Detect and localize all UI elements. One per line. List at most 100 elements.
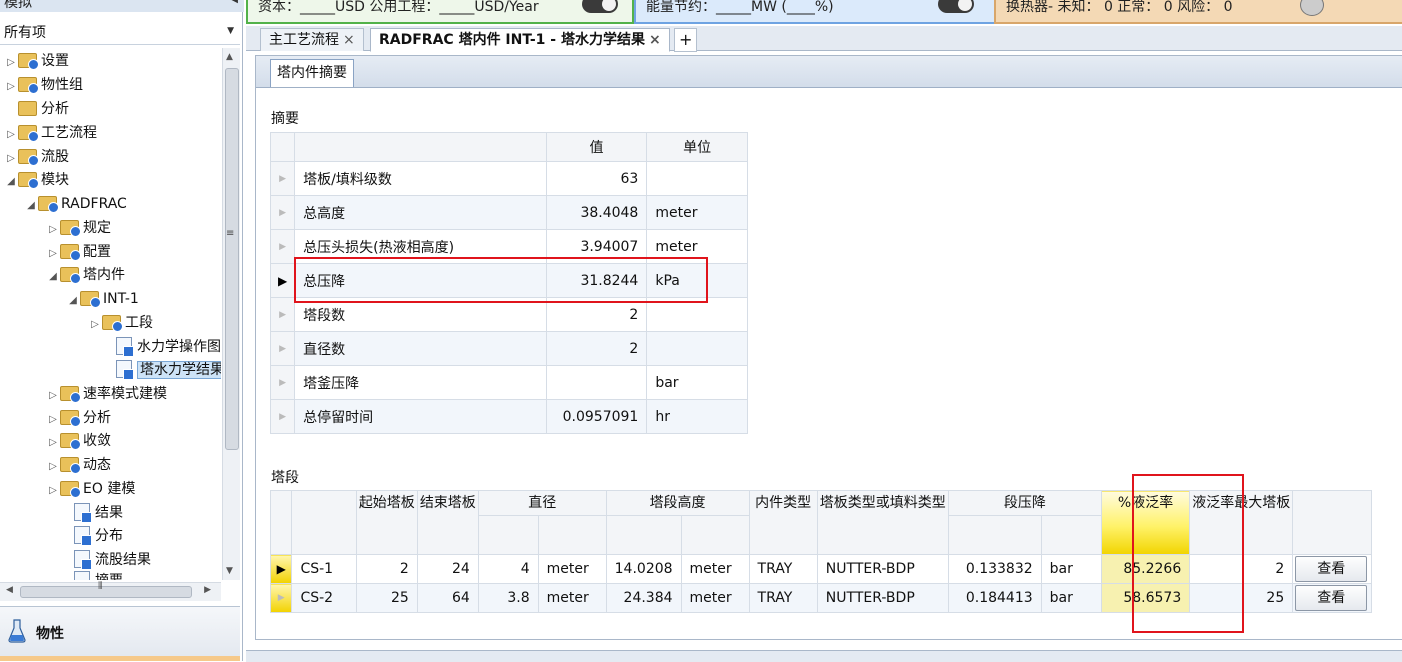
internal-type: TRAY <box>748 554 818 584</box>
tab-main-flowsheet[interactable]: 主工艺流程 × <box>260 28 364 51</box>
document-checked-icon <box>74 503 92 523</box>
collapse-icon[interactable]: ◢ <box>4 171 18 193</box>
nav-filter-dropdown[interactable]: 所有项 ▼ <box>0 18 240 45</box>
table-row-selected[interactable]: ▶ CS-1 2 24 4 meter 14.0208 meter TRAY N… <box>269 554 1372 584</box>
tree-item-analysis[interactable]: 分析 <box>4 98 69 120</box>
table-row[interactable]: ▶ 塔板/填料级数 63 <box>269 161 748 196</box>
nav-tree: ▷ 设置 ▷ 物性组 分析 ▷ 工艺流程 ▷ 流股 ◢ 模块 ◢ RADFRAC ▷ 规定 ▷… <box>0 48 221 580</box>
tree-item-rate-based[interactable]: ▷ 速率模式建模 <box>46 383 167 405</box>
view-button[interactable]: 查看 <box>1295 556 1368 582</box>
row-indicator-icon: ▶ <box>269 583 293 613</box>
flask-icon <box>8 619 26 643</box>
col-header-value: 值 <box>545 132 648 162</box>
row-indicator-icon: ▶ <box>269 365 296 400</box>
tree-item-eo-modeling[interactable]: ▷ EO 建模 <box>46 478 135 500</box>
pressure-drop-unit: bar <box>1040 554 1102 584</box>
expand-icon[interactable]: ▷ <box>4 52 18 74</box>
cost-toggle[interactable] <box>582 0 618 13</box>
scroll-thumb[interactable] <box>20 586 192 598</box>
end-tray: 24 <box>416 554 479 584</box>
tree-item-results[interactable]: 结果 <box>60 502 123 524</box>
cost-savings-bar: 资本：_____USD 公用工程：_____USD/Year <box>246 0 634 24</box>
tab-internals-summary[interactable]: 塔内件摘要 <box>270 59 354 87</box>
expand-icon[interactable]: ▷ <box>46 432 60 454</box>
collapse-icon[interactable]: ◢ <box>46 266 60 288</box>
table-row[interactable]: ▶ 总停留时间 0.0957091 hr <box>269 399 748 434</box>
scroll-thumb[interactable] <box>225 68 239 450</box>
expand-icon[interactable]: ▷ <box>46 480 60 502</box>
tree-item-hydraulic-plot[interactable]: 水力学操作图 <box>102 336 221 358</box>
tree-item-property-sets[interactable]: ▷ 物性组 <box>4 74 83 96</box>
scroll-right-icon[interactable]: ▶ <box>204 585 211 595</box>
folder-checked-icon <box>60 409 81 427</box>
expand-icon[interactable]: ▷ <box>4 148 18 170</box>
collapse-icon[interactable]: ◢ <box>66 290 80 312</box>
expand-icon[interactable]: ▷ <box>4 76 18 98</box>
nav-properties-button[interactable]: 物性 <box>0 606 240 659</box>
table-row[interactable]: ▶ 总高度 38.4048 meter <box>269 195 748 230</box>
table-row[interactable]: ▶ 塔段数 2 <box>269 297 748 332</box>
grip-icon: ⦀ <box>98 581 103 592</box>
table-row[interactable]: ▶ 总压头损失(热液相高度) 3.94007 meter <box>269 229 748 264</box>
tree-item-flowsheet[interactable]: ▷ 工艺流程 <box>4 122 97 144</box>
row-value: 2 <box>545 331 648 366</box>
expand-icon[interactable]: ▷ <box>46 219 60 241</box>
folder-checked-icon <box>60 456 81 474</box>
settings-icon[interactable] <box>1300 0 1324 16</box>
tree-item-internals[interactable]: ◢ 塔内件 <box>46 264 125 286</box>
document-tab-bar: 主工艺流程 × RADFRAC 塔内件 INT-1 - 塔水力学结果 × + <box>246 26 1402 52</box>
expand-icon[interactable]: ▷ <box>46 243 60 265</box>
tree-item-summary[interactable]: 摘要 <box>60 570 123 580</box>
expand-icon[interactable]: ▷ <box>4 124 18 146</box>
expand-icon[interactable]: ▷ <box>88 314 102 336</box>
scroll-left-icon[interactable]: ◀ <box>6 585 13 595</box>
collapse-icon[interactable]: ◢ <box>24 195 38 217</box>
tree-horizontal-scrollbar[interactable]: ◀ ⦀ ▶ <box>0 581 221 601</box>
pressure-drop-value: 0.184413 <box>947 583 1042 613</box>
table-row[interactable]: ▶ 直径数 2 <box>269 331 748 366</box>
tree-item-hydraulic-results[interactable]: 塔水力学结果 <box>102 359 221 381</box>
expand-icon[interactable]: ▷ <box>46 385 60 407</box>
folder-checked-icon <box>18 171 39 189</box>
close-icon[interactable]: × <box>343 32 355 48</box>
close-icon[interactable]: × <box>649 32 661 48</box>
results-form: 塔内件摘要 摘要 值 单位 ▶ 塔板/填料级数 63 ▶ 总高度 38.4048… <box>255 55 1402 640</box>
tree-item-radfrac[interactable]: ◢ RADFRAC <box>24 193 127 215</box>
summary-table: 值 单位 ▶ 塔板/填料级数 63 ▶ 总高度 38.4048 meter ▶ … <box>269 132 748 434</box>
nav-header: 模拟 ◀ <box>0 0 244 12</box>
view-button[interactable]: 查看 <box>1295 585 1368 611</box>
tree-vertical-scrollbar[interactable]: ▲ ≡ ▼ <box>222 48 240 580</box>
tree-item-block-analysis[interactable]: ▷ 分析 <box>46 407 111 429</box>
expand-icon[interactable]: ▷ <box>46 456 60 478</box>
tree-item-settings[interactable]: ▷ 设置 <box>4 50 69 72</box>
table-row-selected[interactable]: ▶ 总压降 31.8244 kPa <box>269 263 748 298</box>
folder-checked-icon <box>18 124 39 142</box>
tree-item-stream-results[interactable]: 流股结果 <box>60 549 151 571</box>
collapse-icon[interactable]: ◀ <box>230 0 238 5</box>
tree-item-convergence[interactable]: ▷ 收敛 <box>46 430 111 452</box>
row-value <box>545 365 648 400</box>
add-tab-button[interactable]: + <box>674 28 698 52</box>
tab-hydraulic-results[interactable]: RADFRAC 塔内件 INT-1 - 塔水力学结果 × <box>370 28 670 52</box>
row-indicator-icon: ▶ <box>269 331 296 366</box>
row-unit: kPa <box>646 263 748 298</box>
scroll-up-icon[interactable]: ▲ <box>226 52 233 62</box>
tree-item-sections[interactable]: ▷ 工段 <box>88 312 153 334</box>
expand-icon[interactable]: ▷ <box>46 409 60 431</box>
tree-item-dynamics[interactable]: ▷ 动态 <box>46 454 111 476</box>
nav-bottom-accent <box>0 656 240 661</box>
tree-item-blocks[interactable]: ◢ 模块 <box>4 169 69 191</box>
tree-item-int-1[interactable]: ◢ INT-1 <box>66 288 139 310</box>
sections-section-title: 塔段 <box>271 470 299 486</box>
table-row[interactable]: ▶ 塔釜压降 bar <box>269 365 748 400</box>
tree-item-streams[interactable]: ▷ 流股 <box>4 146 69 168</box>
folder-checked-icon <box>38 195 59 213</box>
table-row[interactable]: ▶ CS-2 25 64 3.8 meter 24.384 meter TRAY… <box>269 583 1372 613</box>
tree-item-specifications[interactable]: ▷ 规定 <box>46 217 111 239</box>
chevron-down-icon[interactable]: ▼ <box>227 26 234 36</box>
scroll-down-icon[interactable]: ▼ <box>226 566 233 576</box>
diameter-unit: meter <box>537 554 607 584</box>
tree-item-configuration[interactable]: ▷ 配置 <box>46 241 111 263</box>
tree-item-profiles[interactable]: 分布 <box>60 525 123 547</box>
energy-toggle[interactable] <box>938 0 974 13</box>
